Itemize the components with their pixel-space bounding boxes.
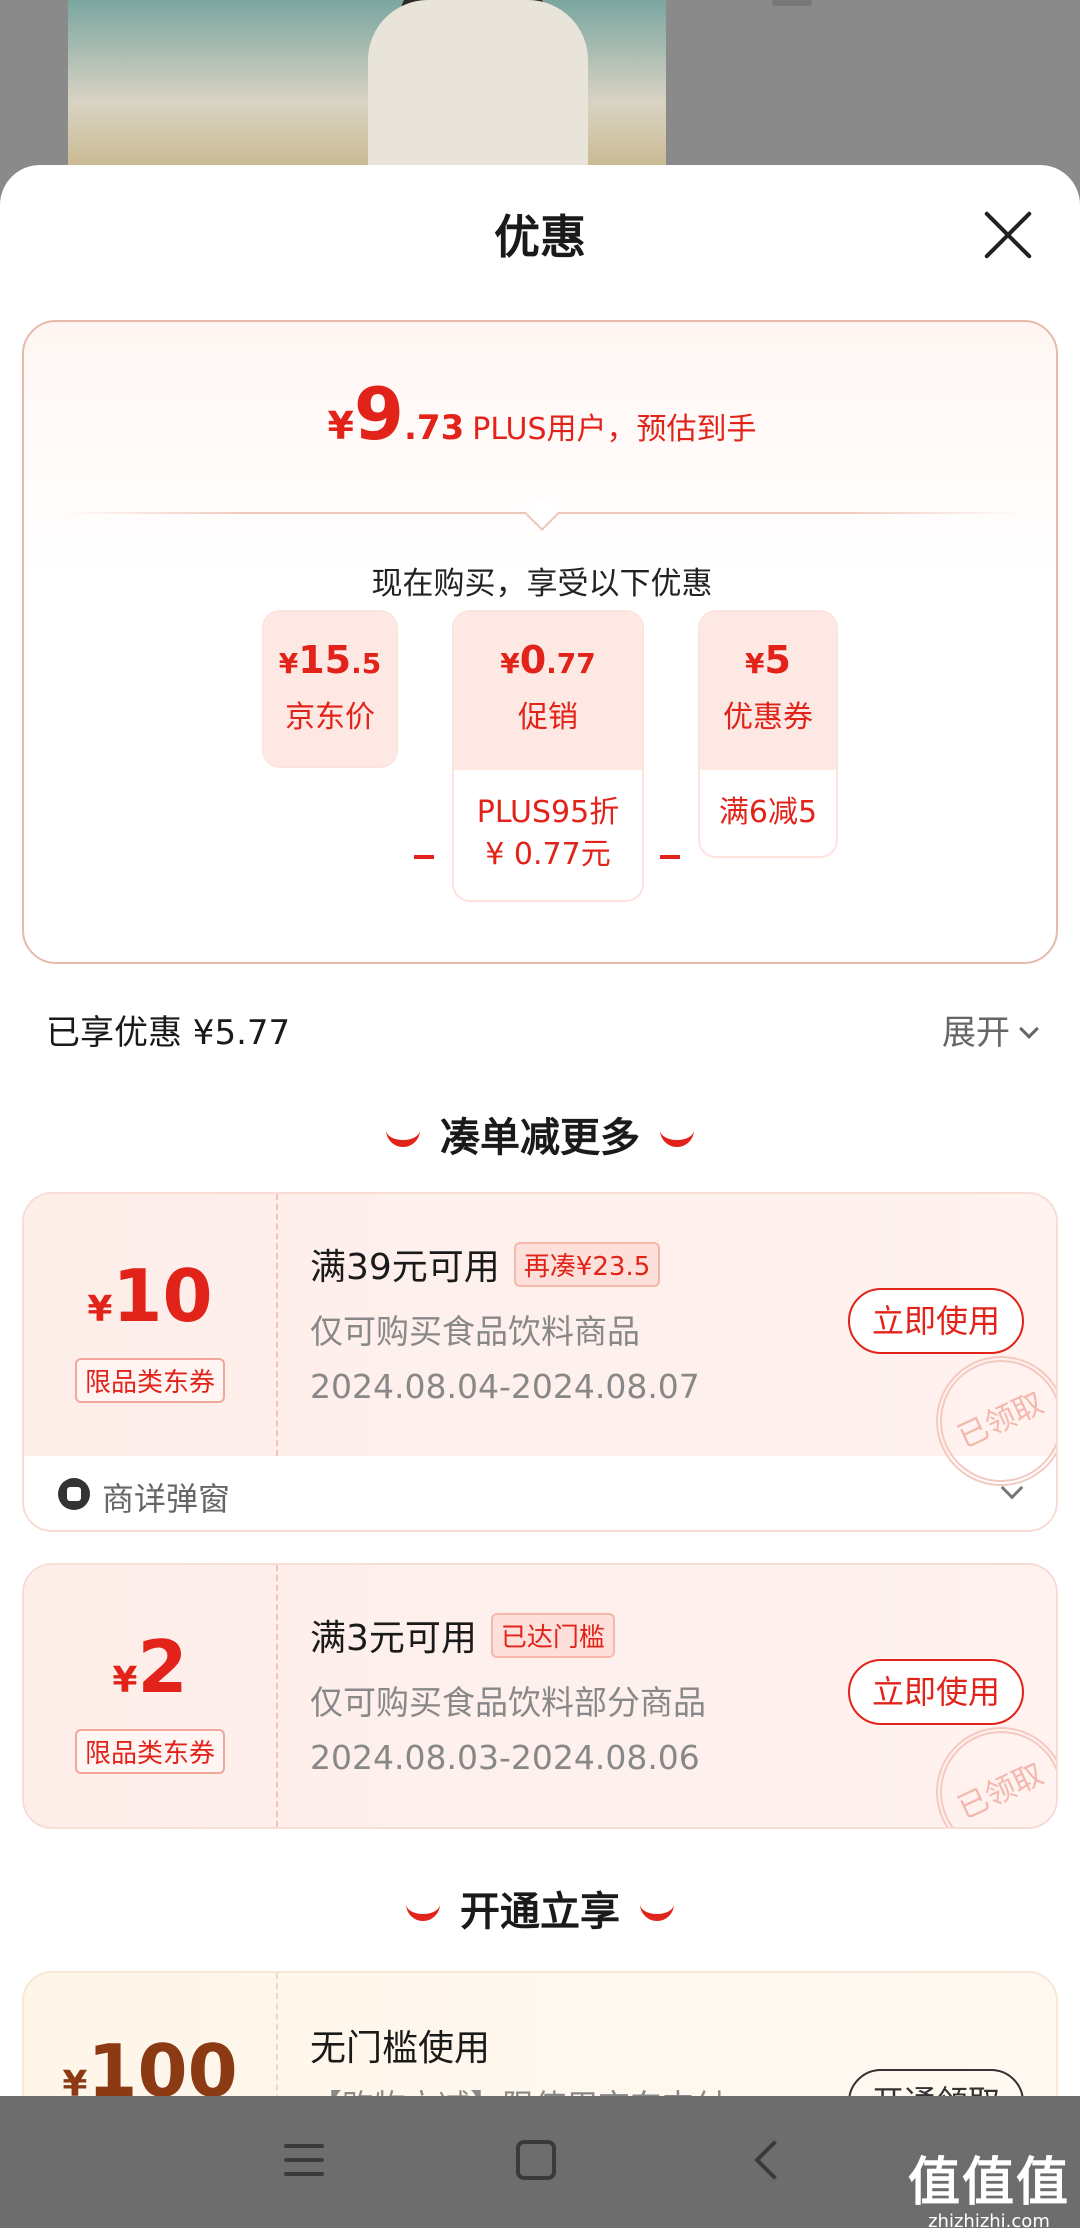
coupon-condition: 满3元可用: [310, 1618, 477, 1659]
page-indicator: [772, 0, 812, 6]
coupon-tag: 限品类东券: [74, 1358, 225, 1403]
recent-apps-icon[interactable]: [284, 2144, 324, 2178]
coupon-card: ¥2 限品类东券 满3元可用 已达门槛 仅可购买食品饮料部分商品 2024.08.…: [22, 1563, 1058, 1829]
coupon-value: ¥2 限品类东券: [24, 1565, 276, 1827]
use-now-button[interactable]: 立即使用: [848, 1659, 1024, 1725]
promotion-amount: ¥ 0.77元: [485, 837, 611, 872]
price-decimal: .73: [404, 408, 465, 448]
section-title: 开通立享: [460, 1889, 620, 1935]
coupon-description: 仅可购买食品饮料部分商品: [310, 1683, 706, 1722]
price-breakdown-jd-price: ¥15.5 京东价: [262, 610, 398, 768]
price-integer: 9: [353, 372, 404, 456]
smile-icon: [660, 1129, 694, 1147]
coupon-condition: 无门槛使用: [310, 2028, 491, 2069]
coupon-status-chip: 已达门槛: [490, 1613, 615, 1658]
use-now-button[interactable]: 立即使用: [848, 1288, 1024, 1354]
coupon-tag: 限品类东券: [74, 1729, 225, 1774]
smile-icon: [640, 1903, 674, 1921]
coupon-amount: 2: [137, 1625, 188, 1709]
section-heading-more: 凑单减更多: [0, 1105, 1080, 1163]
saved-amount: 已享优惠 ¥5.77: [46, 1013, 291, 1053]
coupon-card: ¥10 限品类东券 满39元可用 再凑¥23.5 仅可购买食品饮料商品 2024.…: [22, 1192, 1058, 1532]
chevron-down-icon: [1000, 1476, 1024, 1500]
coupon-description: 仅可购买食品饮料商品: [310, 1312, 640, 1351]
sheet-title: 优惠: [494, 210, 586, 264]
divider-notch: [525, 497, 559, 531]
watermark-text: 值值值: [907, 2153, 1070, 2213]
home-icon[interactable]: [516, 2140, 556, 2180]
coupon-amount: 10: [112, 1254, 213, 1338]
item-currency: ¥: [278, 647, 299, 680]
item-label: 优惠券: [723, 700, 813, 735]
coupon-divider: [276, 1194, 278, 1456]
popup-icon: [58, 1478, 90, 1510]
coupon-footer-label: 商详弹窗: [102, 1480, 231, 1518]
estimated-price: ¥9.73 PLUS用户，预估到手: [24, 372, 1060, 456]
item-label: 促销: [518, 700, 578, 735]
coupon-condition: 满39元可用: [310, 1247, 500, 1288]
chevron-down-icon: [1019, 1019, 1039, 1039]
minus-sign: [660, 855, 680, 859]
price-currency: ¥: [327, 404, 354, 448]
expand-label: 展开: [942, 1013, 1010, 1053]
watermark-url: zhizhizhi.com: [928, 2211, 1050, 2228]
promotion-detail: PLUS95折: [476, 795, 620, 830]
price-breakdown-promotion: ¥0.77 促销 PLUS95折 ¥ 0.77元: [452, 610, 644, 902]
back-icon[interactable]: [754, 2140, 794, 2180]
item-currency: ¥: [500, 647, 520, 680]
estimate-card: ¥9.73 PLUS用户，预估到手 现在购买，享受以下优惠 ¥15.5 京东价 ¥…: [22, 320, 1058, 964]
coupon-value: ¥10 限品类东券: [24, 1194, 276, 1456]
item-amount-decimal: .5: [351, 647, 382, 680]
price-breakdown-coupon: ¥5 优惠券 满6减5: [698, 610, 838, 858]
coupon-date: 2024.08.04-2024.08.07: [310, 1367, 700, 1406]
minus-sign: [414, 855, 434, 859]
item-amount: 15: [298, 638, 352, 682]
estimate-subtitle: 现在购买，享受以下优惠: [371, 566, 713, 602]
section-title: 凑单减更多: [440, 1115, 640, 1161]
coupon-date: 2024.08.03-2024.08.06: [310, 1738, 700, 1777]
section-heading-plus: 开通立享: [0, 1879, 1080, 1937]
coupon-currency: ¥: [112, 1660, 138, 1701]
item-amount: 0: [519, 638, 547, 682]
product-photo-person: [368, 0, 588, 170]
coupon-value: ¥100: [24, 1973, 276, 2113]
item-amount-decimal: .77: [546, 647, 596, 680]
item-amount: 5: [764, 638, 791, 682]
expand-button[interactable]: 展开: [942, 1005, 1039, 1054]
coupon-status-chip: 再凑¥23.5: [513, 1242, 661, 1287]
coupon-currency: ¥: [87, 1289, 113, 1330]
smile-icon: [406, 1903, 440, 1921]
coupon-footer[interactable]: 商详弹窗: [24, 1456, 1056, 1530]
product-image: [68, 0, 666, 170]
price-description: PLUS用户，预估到手: [472, 412, 757, 447]
discount-sheet: 优惠 ¥9.73 PLUS用户，预估到手 现在购买，享受以下优惠 ¥15.5 京东…: [0, 165, 1080, 2228]
close-icon[interactable]: [982, 209, 1034, 261]
smile-icon: [386, 1129, 420, 1147]
item-label: 京东价: [285, 700, 375, 735]
coupon-divider: [276, 1565, 278, 1827]
coupon-detail: 满6减5: [718, 795, 818, 830]
watermark-logo: 值值值 zhizhizhi.com: [908, 2140, 1070, 2228]
item-currency: ¥: [745, 647, 765, 680]
